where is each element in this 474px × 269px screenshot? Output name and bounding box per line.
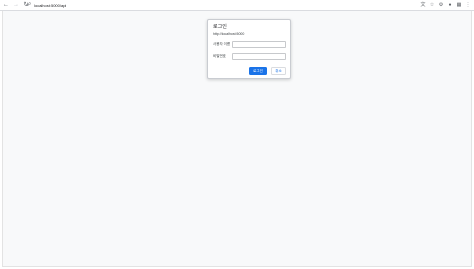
browser-toolbar: ← → ↻ ☍ localhost:5000/api 文 ☆ ⚙ ● ▦ ⋮ (0, 0, 474, 11)
sidebar-icon[interactable]: ▦ (455, 2, 463, 10)
cancel-button[interactable]: 취소 (271, 67, 286, 75)
profile-icon[interactable]: ● (446, 2, 454, 10)
username-input[interactable] (232, 41, 286, 48)
login-dialog: 로그인 http://localhost:5000 사용자 이름 비밀번호 로그… (207, 19, 291, 79)
login-button[interactable]: 로그인 (249, 67, 267, 75)
password-label: 비밀번호 (213, 54, 226, 58)
back-arrow-icon[interactable]: ← (2, 1, 10, 9)
url-text[interactable]: localhost:5000/api (34, 3, 66, 8)
site-info-icon[interactable]: ☍ (26, 3, 31, 8)
password-input[interactable] (232, 53, 286, 60)
dialog-title: 로그인 (213, 24, 227, 30)
page-viewport: 로그인 http://localhost:5000 사용자 이름 비밀번호 로그… (2, 11, 472, 267)
extensions-icon[interactable]: ⚙ (437, 2, 445, 10)
username-label: 사용자 이름 (213, 42, 231, 46)
menu-icon[interactable]: ⋮ (464, 2, 472, 10)
forward-arrow-icon[interactable]: → (12, 1, 20, 9)
bookmark-star-icon[interactable]: ☆ (428, 2, 436, 10)
address-bar[interactable]: ☍ localhost:5000/api (26, 2, 420, 9)
translate-icon[interactable]: 文 (419, 2, 427, 10)
browser-right-icons: 文 ☆ ⚙ ● ▦ ⋮ (418, 1, 472, 10)
dialog-origin: http://localhost:5000 (213, 32, 245, 36)
